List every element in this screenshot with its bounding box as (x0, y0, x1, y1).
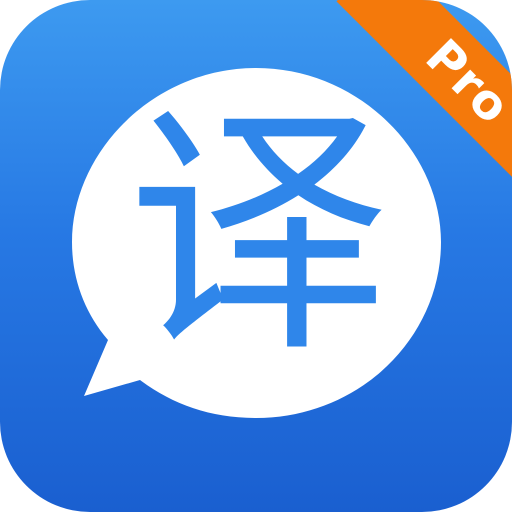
pro-badge-label: Pro (414, 28, 512, 136)
pro-badge-container: Pro (0, 0, 512, 512)
app-icon[interactable]: 译 Pro (0, 0, 512, 512)
pro-badge: Pro (336, 0, 512, 214)
